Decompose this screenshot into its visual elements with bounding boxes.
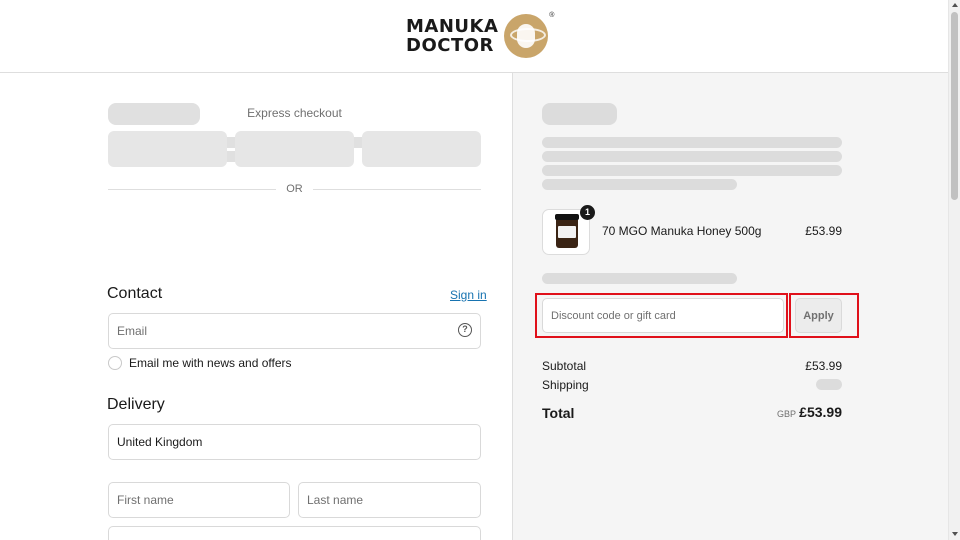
brand-logo[interactable]: MANUKA DOCTOR ® — [406, 12, 554, 58]
sign-in-link[interactable]: Sign in — [450, 288, 487, 302]
registered-mark: ® — [549, 12, 555, 19]
address-field[interactable] — [108, 526, 481, 540]
email-placeholder: Email — [117, 324, 148, 338]
express-payment-button[interactable] — [108, 131, 227, 167]
country-value: United Kingdom — [117, 435, 203, 449]
scroll-up-arrow-icon[interactable] — [952, 3, 958, 7]
total-label: Total — [542, 405, 575, 421]
page-scrollbar[interactable] — [948, 0, 960, 540]
first-name-placeholder: First name — [117, 493, 174, 507]
loading-placeholder — [542, 165, 842, 176]
bee-logo-icon: ® — [504, 12, 554, 58]
divider-line — [108, 188, 277, 190]
loading-placeholder — [542, 151, 842, 162]
product-name: 70 MGO Manuka Honey 500g — [602, 224, 762, 238]
express-checkout-label: Express checkout — [247, 106, 342, 120]
total-value: £53.99 — [799, 404, 842, 420]
newsletter-checkbox[interactable] — [108, 356, 122, 370]
checkout-header: MANUKA DOCTOR ® — [0, 0, 948, 73]
country-select[interactable]: United Kingdom — [108, 424, 481, 460]
newsletter-option[interactable]: Email me with news and offers — [108, 356, 292, 370]
email-field[interactable]: Email ? — [108, 313, 481, 349]
shipping-loading-placeholder — [816, 379, 842, 390]
express-payment-button[interactable] — [362, 131, 481, 167]
honey-jar-icon — [555, 214, 579, 248]
product-price: £53.99 — [805, 224, 842, 238]
apply-highlight-box — [789, 293, 859, 338]
contact-heading: Contact — [107, 285, 163, 302]
brand-line-2: DOCTOR — [406, 35, 494, 56]
product-thumbnail: 1 — [542, 205, 595, 255]
divider-line — [312, 188, 481, 190]
scrollbar-thumb[interactable] — [951, 12, 958, 200]
brand-wordmark: MANUKA DOCTOR — [406, 17, 498, 55]
first-name-field[interactable]: First name — [108, 482, 290, 518]
brand-line-1: MANUKA — [406, 16, 499, 37]
scroll-down-arrow-icon[interactable] — [952, 532, 958, 536]
loading-placeholder — [542, 179, 737, 190]
discount-highlight-box — [535, 293, 788, 338]
subtotal-value: £53.99 — [805, 359, 842, 373]
subtotal-label: Subtotal — [542, 359, 587, 373]
last-name-placeholder: Last name — [307, 493, 364, 507]
order-line-item: 1 70 MGO Manuka Honey 500g £53.99 — [542, 205, 842, 255]
delivery-heading: Delivery — [107, 396, 165, 413]
quantity-badge: 1 — [580, 205, 595, 220]
loading-placeholder — [542, 273, 737, 284]
help-icon[interactable]: ? — [458, 323, 472, 337]
loading-placeholder — [542, 103, 617, 125]
currency-code: GBP — [777, 409, 797, 419]
loading-placeholder — [542, 137, 842, 148]
express-payment-button[interactable] — [235, 131, 354, 167]
newsletter-label: Email me with news and offers — [129, 356, 292, 370]
or-divider: OR — [108, 182, 481, 196]
shipping-label: Shipping — [542, 378, 589, 392]
or-label: OR — [286, 183, 303, 195]
last-name-field[interactable]: Last name — [298, 482, 481, 518]
